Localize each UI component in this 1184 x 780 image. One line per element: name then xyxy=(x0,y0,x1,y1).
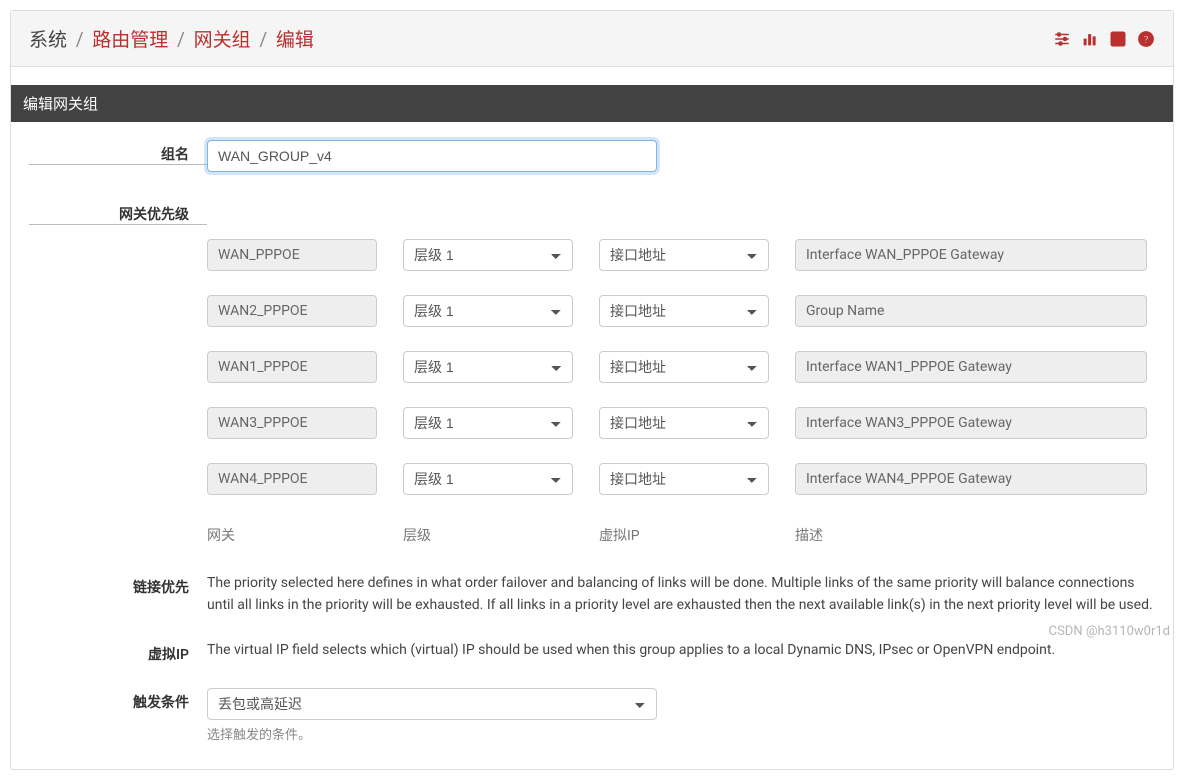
row-gw-0: WAN_PPPOE 层级 1 接口地址 Interface WAN_PPPOE … xyxy=(11,231,1173,287)
tier-select-4[interactable]: 层级 1 xyxy=(403,463,573,495)
gateway-name-0: WAN_PPPOE xyxy=(207,239,377,271)
row-link-priority: 链接优先 The priority selected here defines … xyxy=(11,565,1173,622)
row-priority-header: 网关优先级 xyxy=(11,192,1173,231)
gateway-desc-3: Interface WAN3_PPPOE Gateway xyxy=(795,407,1147,439)
gateway-desc-0: Interface WAN_PPPOE Gateway xyxy=(795,239,1147,271)
gateway-name-3: WAN3_PPPOE xyxy=(207,407,377,439)
row-gw-3: WAN3_PPPOE 层级 1 接口地址 Interface WAN3_PPPO… xyxy=(11,399,1173,455)
col-label-vip: 虚拟IP xyxy=(599,525,769,545)
row-gw-1: WAN2_PPPOE 层级 1 接口地址 Group Name xyxy=(11,287,1173,343)
section-header: 编辑网关组 xyxy=(11,85,1173,122)
label-link-priority: 链接优先 xyxy=(29,571,207,597)
row-group-name: 组名 xyxy=(11,132,1173,178)
help-icon[interactable]: ? xyxy=(1137,30,1155,48)
vip-select-2[interactable]: 接口地址 xyxy=(599,351,769,383)
vip-select-1[interactable]: 接口地址 xyxy=(599,295,769,327)
breadcrumb-sep: / xyxy=(259,28,267,51)
link-priority-help: The priority selected here defines in wh… xyxy=(207,571,1155,616)
vip-select-3[interactable]: 接口地址 xyxy=(599,407,769,439)
row-trigger: 触发条件 丢包或高延迟 选择触发的条件。 xyxy=(11,680,1173,749)
tier-select-1[interactable]: 层级 1 xyxy=(403,295,573,327)
gateway-name-4: WAN4_PPPOE xyxy=(207,463,377,495)
trigger-hint: 选择触发的条件。 xyxy=(207,724,1155,743)
chart-icon[interactable] xyxy=(1081,30,1099,48)
label-virtual-ip: 虚拟IP xyxy=(29,638,207,664)
tier-select-2[interactable]: 层级 1 xyxy=(403,351,573,383)
vip-select-4[interactable]: 接口地址 xyxy=(599,463,769,495)
breadcrumb-sep: / xyxy=(177,28,185,51)
gateway-desc-4: Interface WAN4_PPPOE Gateway xyxy=(795,463,1147,495)
svg-text:?: ? xyxy=(1143,32,1148,45)
breadcrumb-sep: / xyxy=(76,28,84,51)
col-label-tier: 层级 xyxy=(403,525,573,545)
breadcrumb-current: 编辑 xyxy=(276,28,314,51)
breadcrumb-bar: 系统 / 路由管理 / 网关组 / 编辑 ? xyxy=(11,11,1173,67)
group-name-input[interactable] xyxy=(207,140,657,172)
col-label-gateway: 网关 xyxy=(207,525,377,545)
header-actions: ? xyxy=(1053,30,1155,48)
trigger-select[interactable]: 丢包或高延迟 xyxy=(207,688,657,720)
row-virtual-ip: 虚拟IP The virtual IP field selects which … xyxy=(11,632,1173,670)
row-column-labels: 网关 层级 虚拟IP 描述 xyxy=(11,511,1173,551)
gateway-desc-1: Group Name xyxy=(795,295,1147,327)
breadcrumb-link-gwgroup[interactable]: 网关组 xyxy=(194,28,251,51)
row-gw-4: WAN4_PPPOE 层级 1 接口地址 Interface WAN4_PPPO… xyxy=(11,455,1173,511)
gateway-desc-2: Interface WAN1_PPPOE Gateway xyxy=(795,351,1147,383)
row-gw-2: WAN1_PPPOE 层级 1 接口地址 Interface WAN1_PPPO… xyxy=(11,343,1173,399)
gateway-name-1: WAN2_PPPOE xyxy=(207,295,377,327)
col-label-desc: 描述 xyxy=(795,525,1147,545)
main-panel: 系统 / 路由管理 / 网关组 / 编辑 ? 编辑网关组 组名 网关优先级 xyxy=(10,10,1174,770)
tier-select-3[interactable]: 层级 1 xyxy=(403,407,573,439)
tier-select-0[interactable]: 层级 1 xyxy=(403,239,573,271)
gateway-name-2: WAN1_PPPOE xyxy=(207,351,377,383)
vip-select-0[interactable]: 接口地址 xyxy=(599,239,769,271)
virtual-ip-help: The virtual IP field selects which (virt… xyxy=(207,638,1155,662)
label-group-name: 组名 xyxy=(29,138,207,165)
breadcrumb-root: 系统 xyxy=(29,28,67,51)
section-title: 编辑网关组 xyxy=(23,95,98,113)
list-icon[interactable] xyxy=(1109,30,1127,48)
label-priority: 网关优先级 xyxy=(29,198,207,225)
form-area: 组名 网关优先级 WAN_PPPOE 层级 1 接口地址 Interface W… xyxy=(11,122,1173,769)
sliders-icon[interactable] xyxy=(1053,30,1071,48)
breadcrumb: 系统 / 路由管理 / 网关组 / 编辑 xyxy=(29,25,314,52)
label-trigger: 触发条件 xyxy=(29,686,207,712)
breadcrumb-link-routing[interactable]: 路由管理 xyxy=(92,28,168,51)
